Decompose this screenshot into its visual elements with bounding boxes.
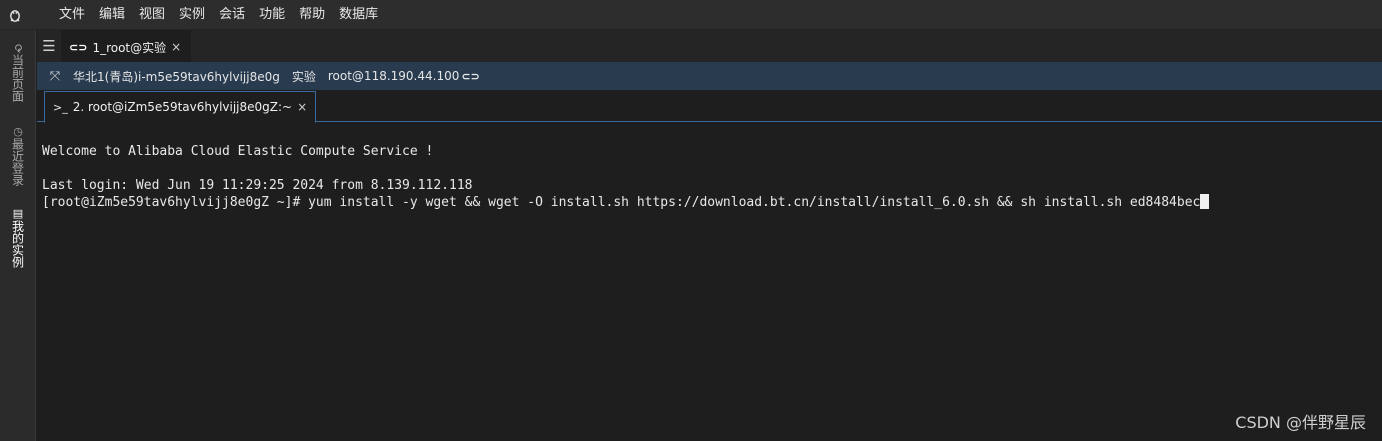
terminal-tab[interactable]: >_ 2. root@iZm5e59tav6hylvijj8e0gZ:~ × xyxy=(44,91,317,123)
menu-instance[interactable]: 实例 xyxy=(172,0,212,30)
list-icon: ▤ xyxy=(11,206,25,220)
login-address: root@118.190.44.100 xyxy=(327,69,460,83)
menu-edit[interactable]: 编辑 xyxy=(92,0,132,30)
terminal-welcome-line: Welcome to Alibaba Cloud Elastic Compute… xyxy=(42,144,434,159)
instance-tag: 实验 xyxy=(291,69,316,84)
sidebar-tab-label: 我的实例 xyxy=(10,219,25,268)
session-list-icon[interactable]: ☰ xyxy=(37,30,61,62)
sidebar-tab-label: 当前页面 xyxy=(10,53,25,102)
sidebar-tab-current-page[interactable]: ⟳ 当前页面 xyxy=(0,34,36,108)
sidebar-tab-recent-logins[interactable]: ◷ 最近登录 xyxy=(0,116,36,190)
menu-file[interactable]: 文件 xyxy=(52,0,92,30)
sidebar: ⟳ 当前页面 ◷ 最近登录 ▤ 我的实例 xyxy=(0,30,36,441)
clock-icon: ◷ xyxy=(11,124,25,138)
collapse-icon[interactable]: ⤧ xyxy=(37,69,73,84)
link-icon: ⊂⊃ xyxy=(69,40,88,54)
menu-items: 文件 编辑 视图 实例 会话 功能 帮助 数据库 xyxy=(52,0,385,30)
terminal-tab-bar: >_ 2. root@iZm5e59tav6hylvijj8e0gZ:~ × xyxy=(37,90,1382,123)
menu-view[interactable]: 视图 xyxy=(132,0,172,30)
watermark: CSDN @伴野星辰 xyxy=(1235,413,1366,432)
session-tab-bar: ☰ ⊂⊃ 1_root@实验 × xyxy=(37,30,1382,62)
menu-bar: 文件 编辑 视图 实例 会话 功能 帮助 数据库 xyxy=(0,0,1382,30)
sidebar-tab-my-instances[interactable]: ▤ 我的实例 xyxy=(0,198,36,272)
session-tab-label: 1_root@实验 xyxy=(92,40,167,55)
terminal-area[interactable]: Welcome to Alibaba Cloud Elastic Compute… xyxy=(37,123,1382,441)
terminal-prompt-icon: >_ xyxy=(53,100,68,114)
terminal-command: yum install -y wget && wget -O install.s… xyxy=(308,195,1201,210)
terminal-cursor xyxy=(1200,194,1210,209)
menu-features[interactable]: 功能 xyxy=(252,0,292,30)
close-icon[interactable]: × xyxy=(297,100,307,114)
link-icon[interactable]: ⊂⊃ xyxy=(461,70,479,83)
menu-database[interactable]: 数据库 xyxy=(332,0,385,30)
close-icon[interactable]: × xyxy=(171,40,181,54)
menu-session[interactable]: 会话 xyxy=(212,0,252,30)
linux-penguin-icon xyxy=(0,0,30,30)
terminal-command-line[interactable]: [root@iZm5e59tav6hylvijj8e0gZ ~]# yum in… xyxy=(42,194,1382,211)
instance-region-id: 华北1(青岛)i-m5e59tav6hylvijj8e0g xyxy=(73,69,280,84)
instance-info-bar: ⤧ 华北1(青岛)i-m5e59tav6hylvijj8e0g 实验 root@… xyxy=(37,62,1382,90)
refresh-icon: ⟳ xyxy=(11,44,25,54)
terminal-tab-label: 2. root@iZm5e59tav6hylvijj8e0gZ:~ xyxy=(72,100,293,114)
session-tab[interactable]: ⊂⊃ 1_root@实验 × xyxy=(61,30,192,62)
menu-help[interactable]: 帮助 xyxy=(292,0,332,30)
terminal-prompt: [root@iZm5e59tav6hylvijj8e0gZ ~]# xyxy=(42,195,309,210)
sidebar-tab-label: 最近登录 xyxy=(10,137,25,186)
terminal-last-login-line: Last login: Wed Jun 19 11:29:25 2024 fro… xyxy=(42,178,473,193)
